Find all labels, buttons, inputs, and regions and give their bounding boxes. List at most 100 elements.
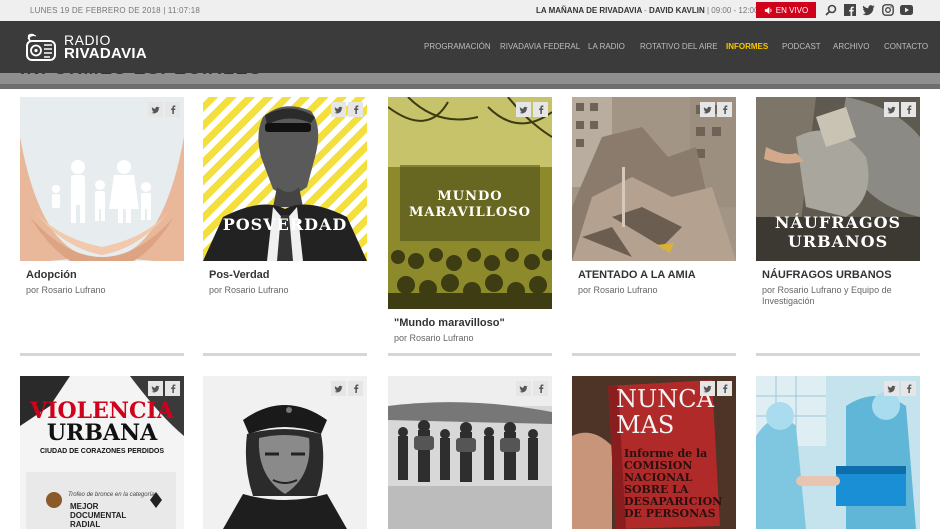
card-image[interactable]: VIOLENCIA URBANA CIUDAD DE CORAZONES PER… — [20, 376, 184, 529]
card-author: por Rosario Lufrano — [209, 285, 289, 295]
card-image[interactable]: POSVERDAD — [203, 97, 367, 261]
overlay-line1: NÁUFRAGOS — [774, 213, 902, 232]
card-image[interactable]: NUNCA MAS Informe de la COMISION NACIONA… — [572, 376, 736, 529]
share-twitter-icon[interactable] — [331, 102, 346, 117]
nav-archivo[interactable]: ARCHIVO — [833, 42, 869, 51]
award-line3: RADIAL — [70, 520, 101, 529]
now-playing-time: 09:00 - 12:00 — [711, 6, 759, 15]
card-title[interactable]: Pos-Verdad — [209, 269, 367, 281]
card-overlay-title: NÁUFRAGOS URBANOS — [756, 213, 920, 251]
card-image[interactable] — [388, 376, 552, 529]
card-image[interactable]: MUNDO MARAVILLOSO — [388, 97, 552, 309]
share-twitter-icon[interactable] — [884, 102, 899, 117]
portrait-illustration — [203, 106, 367, 261]
nav-programacion[interactable]: PROGRAMACIÓN — [424, 42, 491, 51]
overlay-line2: MARAVILLOSO — [409, 205, 531, 220]
twitter-icon[interactable] — [862, 3, 875, 16]
share-twitter-icon[interactable] — [148, 102, 163, 117]
card-title[interactable]: ATENTADO A LA AMIA — [578, 269, 736, 281]
share-twitter-icon[interactable] — [148, 381, 163, 396]
main-header: RADIO RIVADAVIA PROGRAMACIÓN RIVADAVIA F… — [0, 21, 940, 73]
card-pos-verdad[interactable]: POSVERDAD Pos-Verdad por Rosario Lufrano — [203, 97, 367, 296]
overlay-line2: MAS — [616, 411, 675, 439]
card-atentado-amia[interactable]: ATENTADO A LA AMIA por Rosario Lufrano — [572, 97, 736, 296]
live-label: EN VIVO — [775, 5, 809, 15]
share-facebook-icon[interactable] — [533, 102, 548, 117]
card-overlay-title: MUNDO MARAVILLOSO — [388, 189, 552, 221]
nav-la-radio[interactable]: LA RADIO — [588, 42, 625, 51]
card-image[interactable] — [756, 376, 920, 529]
search-icon[interactable] — [824, 3, 837, 16]
card-author: por Rosario Lufrano — [578, 285, 658, 295]
card-divider — [572, 353, 736, 356]
subtitle-line6: DE PERSONAS — [624, 507, 716, 520]
card-title[interactable]: NÁUFRAGOS URBANOS — [762, 269, 920, 281]
now-playing-program: LA MAÑANA DE RIVADAVIA — [536, 6, 642, 15]
share-facebook-icon[interactable] — [901, 102, 916, 117]
card-image[interactable] — [572, 97, 736, 261]
share-twitter-icon[interactable] — [331, 381, 346, 396]
card-image[interactable] — [20, 97, 184, 261]
top-info-bar: LUNES 19 DE FEBRERO DE 2018 | 11:07:18 L… — [0, 0, 940, 21]
share-twitter-icon[interactable] — [700, 102, 715, 117]
card-divider — [20, 353, 184, 356]
card-title[interactable]: "Mundo maravilloso" — [394, 317, 552, 329]
rubble-illustration — [572, 97, 736, 261]
share-facebook-icon[interactable] — [348, 102, 363, 117]
nav-contacto[interactable]: CONTACTO — [884, 42, 928, 51]
instagram-icon[interactable] — [881, 3, 894, 16]
nav-podcast[interactable]: PODCAST — [782, 42, 821, 51]
card-overlay-title: VIOLENCIA URBANA — [20, 400, 184, 444]
youtube-icon[interactable] — [900, 3, 913, 16]
award-caption: Trofeo de bronce en la categoría — [68, 492, 155, 498]
share-twitter-icon[interactable] — [516, 102, 531, 117]
card-title[interactable]: Adopción — [26, 269, 184, 281]
now-playing: LA MAÑANA DE RIVADAVIA - DAVID KAVLIN | … — [536, 6, 759, 15]
share-twitter-icon[interactable] — [516, 381, 531, 396]
main-nav: PROGRAMACIÓN RIVADAVIA FEDERAL LA RADIO … — [0, 42, 940, 54]
share-buttons — [516, 102, 548, 117]
share-facebook-icon[interactable] — [348, 381, 363, 396]
now-playing-host: DAVID KAVLIN — [649, 6, 705, 15]
card-image[interactable]: NÁUFRAGOS URBANOS — [756, 97, 920, 261]
share-facebook-icon[interactable] — [165, 102, 180, 117]
award-text: MEJOR DOCUMENTAL RADIAL — [70, 502, 126, 529]
card-author: por Rosario Lufrano — [26, 285, 106, 295]
live-button[interactable]: EN VIVO — [756, 2, 816, 18]
card-divider — [203, 353, 367, 356]
nav-informes[interactable]: INFORMES — [726, 42, 768, 51]
medical-illustration — [756, 376, 920, 529]
nav-rotativo-del-aire[interactable]: ROTATIVO DEL AIRE — [640, 42, 718, 51]
overlay-subtitle: CIUDAD DE CORAZONES PERDIDOS — [39, 448, 165, 455]
share-facebook-icon[interactable] — [165, 381, 180, 396]
header-shadow-lower — [0, 84, 940, 89]
overlay-line1: VIOLENCIA — [30, 398, 174, 424]
che-portrait-illustration — [203, 376, 367, 529]
overlay-line2: URBANOS — [787, 232, 889, 251]
card-adopcion[interactable]: Adopción por Rosario Lufrano — [20, 97, 184, 296]
card-che[interactable] — [203, 376, 367, 529]
card-overlay-title: POSVERDAD — [222, 215, 348, 234]
card-divider — [388, 353, 552, 356]
card-violencia-urbana[interactable]: VIOLENCIA URBANA CIUDAD DE CORAZONES PER… — [20, 376, 184, 529]
nav-rivadavia-federal[interactable]: RIVADAVIA FEDERAL — [500, 42, 580, 51]
share-facebook-icon[interactable] — [717, 102, 732, 117]
card-nunca-mas[interactable]: NUNCA MAS Informe de la COMISION NACIONA… — [572, 376, 736, 529]
share-facebook-icon[interactable] — [717, 381, 732, 396]
share-buttons — [700, 381, 732, 396]
card-hospital[interactable] — [756, 376, 920, 529]
card-naufragos-urbanos[interactable]: NÁUFRAGOS URBANOS NÁUFRAGOS URBANOS por … — [756, 97, 920, 307]
card-soldados[interactable] — [388, 376, 552, 529]
share-twitter-icon[interactable] — [700, 381, 715, 396]
share-facebook-icon[interactable] — [533, 381, 548, 396]
share-twitter-icon[interactable] — [884, 381, 899, 396]
award-line2: DOCUMENTAL — [70, 511, 127, 520]
share-buttons — [700, 102, 732, 117]
current-date: LUNES 19 DE FEBRERO DE 2018 | 11:07:18 — [30, 6, 201, 15]
card-mundo-maravilloso[interactable]: MUNDO MARAVILLOSO "Mundo maravilloso" po… — [388, 97, 552, 344]
card-image[interactable] — [203, 376, 367, 529]
facebook-icon[interactable] — [843, 3, 856, 16]
award-line1: MEJOR — [70, 502, 99, 511]
overlay-subtitle: Informe de la COMISION NACIONAL SOBRE LA… — [624, 448, 722, 520]
share-facebook-icon[interactable] — [901, 381, 916, 396]
